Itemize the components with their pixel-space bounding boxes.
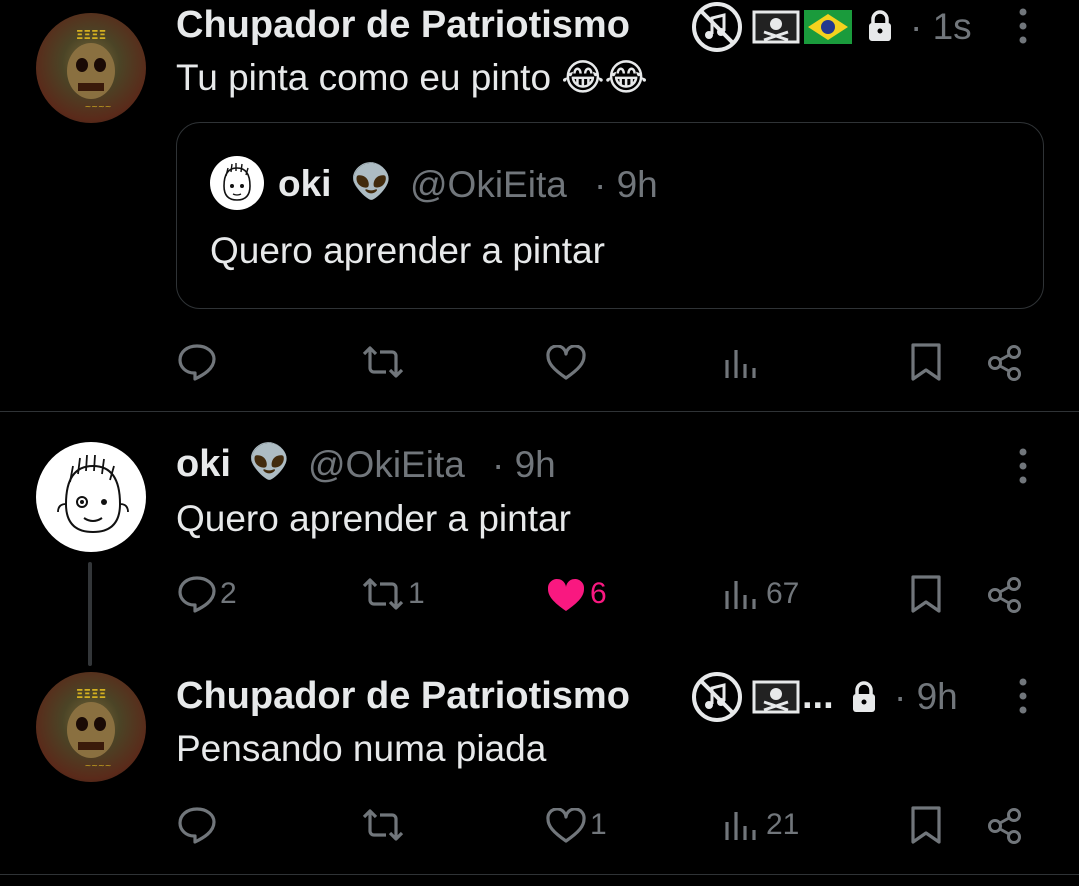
bookmark-icon[interactable] [910,805,942,845]
quoted-avatar[interactable] [210,156,264,210]
share-icon[interactable] [986,576,1024,614]
views-count: 21 [766,808,800,841]
views-icon[interactable] [724,810,758,842]
alien-emoji: 👽 [248,443,291,481]
like-icon[interactable] [545,808,587,844]
alien-emoji: 👽 [350,163,393,201]
display-name[interactable]: Chupador de Patriotismo [176,4,630,47]
svg-text:ΞΞΞΞ: ΞΞΞΞ [76,28,106,42]
svg-text:ΞΞΞΞ: ΞΞΞΞ [76,687,106,701]
more-options-icon[interactable] [1014,676,1032,716]
quoted-handle[interactable]: @OkiEita [410,164,567,206]
like-icon[interactable] [545,345,587,381]
views-count: 67 [766,577,800,610]
quoted-tweet-card[interactable] [176,122,1044,309]
lock-icon [850,680,878,714]
reply-icon[interactable] [177,575,217,613]
quoted-text: Quero aprender a pintar [210,230,605,271]
bookmark-icon[interactable] [910,574,942,614]
tweet-text: Tu pinta como eu pinto 😂😂 [176,57,648,98]
timestamp[interactable]: · 1s [910,6,972,48]
quoted-timestamp[interactable]: · 9h [594,164,658,206]
quoted-display-name[interactable]: oki [278,163,331,205]
svg-text:~~~~: ~~~~ [85,761,112,770]
no-music-icon [686,0,748,54]
views-icon[interactable] [724,348,758,380]
heart-filled-icon[interactable] [545,578,587,614]
like-count: 6 [590,577,607,610]
display-name[interactable]: Chupador de Patriotismo [176,675,630,718]
thread-connector [88,562,92,666]
bookmark-icon[interactable] [910,342,942,382]
avatar-chupador[interactable]: ΞΞΞΞ ~~~~ [36,672,146,782]
avatar-chupador[interactable]: ΞΞΞΞ ~~~~ [36,13,146,123]
retweet-count: 1 [408,577,425,610]
name-ellipsis: ... [802,675,834,717]
share-icon[interactable] [986,807,1024,845]
tweet-text: Quero aprender a pintar [176,498,571,539]
share-icon[interactable] [986,344,1024,382]
display-name[interactable]: oki [176,443,231,486]
timestamp[interactable]: · 9h [894,676,958,718]
views-icon[interactable] [724,579,758,611]
tweet-text: Pensando numa piada [176,728,547,769]
like-count: 1 [590,808,607,841]
divider [0,411,1079,412]
pirate-flag-icon [752,10,800,44]
brazil-flag-icon [804,10,852,44]
svg-text:~~~~: ~~~~ [85,102,112,111]
retweet-icon[interactable] [360,578,406,610]
divider [0,874,1079,875]
retweet-icon[interactable] [360,809,406,841]
reply-icon[interactable] [177,343,217,381]
timestamp[interactable]: · 9h [492,444,556,486]
reply-icon[interactable] [177,806,217,844]
reply-count: 2 [220,577,237,610]
retweet-icon[interactable] [360,346,406,378]
handle[interactable]: @OkiEita [308,444,465,486]
no-music-icon [686,670,748,724]
more-options-icon[interactable] [1014,6,1032,46]
avatar-oki[interactable] [36,442,146,552]
more-options-icon[interactable] [1014,446,1032,486]
lock-icon [866,9,894,43]
pirate-flag-icon [752,680,800,714]
